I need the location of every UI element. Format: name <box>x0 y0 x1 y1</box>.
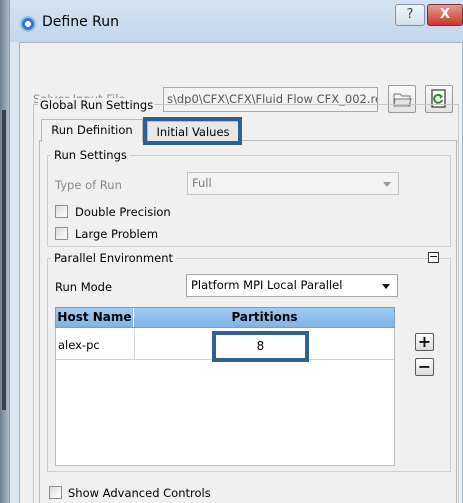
dropdown-arrow-icon <box>383 182 391 187</box>
partitions-cell[interactable]: 8 <box>212 331 309 362</box>
help-button[interactable]: ? <box>395 4 425 26</box>
run-mode-select[interactable]: Platform MPI Local Parallel <box>186 274 398 297</box>
initial-values-highlight <box>143 117 242 145</box>
type-of-run-value: Full <box>192 176 212 190</box>
host-name-cell[interactable]: alex-pc <box>58 338 100 352</box>
add-host-button[interactable]: + <box>415 333 434 351</box>
run-settings-title: Run Settings <box>51 148 130 162</box>
table-header: Host Name Partitions <box>55 307 395 328</box>
type-of-run-select[interactable]: Full <box>187 172 399 195</box>
large-problem-checkbox[interactable] <box>55 227 68 240</box>
double-precision-label: Double Precision <box>75 205 171 219</box>
show-advanced-checkbox[interactable] <box>49 486 62 499</box>
column-divider <box>134 329 135 360</box>
run-mode-label: Run Mode <box>55 280 113 294</box>
dropdown-arrow-icon <box>382 284 390 289</box>
parallel-environment-title: Parallel Environment <box>51 251 176 265</box>
background-window-shadow <box>2 110 6 410</box>
show-advanced-label: Show Advanced Controls <box>68 486 211 500</box>
remove-host-button[interactable]: − <box>415 358 434 376</box>
run-mode-value: Platform MPI Local Parallel <box>191 278 343 292</box>
double-precision-checkbox[interactable] <box>55 205 68 218</box>
column-header-partitions[interactable]: Partitions <box>135 308 394 327</box>
cfx-app-icon <box>20 16 36 32</box>
collapse-icon[interactable]: − <box>428 251 439 263</box>
dialog-title: Define Run <box>42 14 119 30</box>
tab-run-definition[interactable]: Run Definition <box>41 119 143 142</box>
close-button[interactable]: X <box>427 4 463 26</box>
column-header-host-name[interactable]: Host Name <box>56 308 134 327</box>
large-problem-label: Large Problem <box>75 227 159 241</box>
global-run-settings-title: Global Run Settings <box>38 98 156 112</box>
type-of-run-label: Type of Run <box>55 178 122 192</box>
